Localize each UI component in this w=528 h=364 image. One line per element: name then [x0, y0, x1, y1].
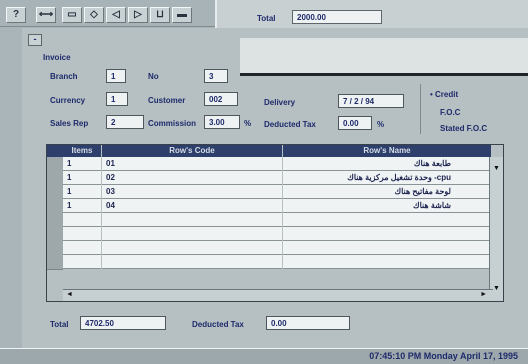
section-divider	[420, 84, 421, 134]
next-button[interactable]: ▷	[128, 7, 148, 23]
currency-label: Currency	[50, 96, 86, 105]
row-header[interactable]	[47, 171, 63, 186]
radio-credit[interactable]: • Credit	[430, 90, 458, 99]
cell-code[interactable]: 02	[102, 171, 282, 185]
cell-items[interactable]: 1	[63, 157, 101, 171]
commission-field[interactable]: 3.00	[204, 115, 240, 129]
radio-stated-foc[interactable]: Stated F.O.C	[440, 124, 487, 133]
commission-unit: %	[244, 119, 252, 128]
items-grid: Items Row's Code Row's Name 1 01 طابعة ه…	[46, 144, 504, 302]
row-header[interactable]	[47, 157, 63, 172]
branch-label: Branch	[50, 72, 78, 81]
scroll-left-arrow-icon[interactable]: ◄	[66, 291, 73, 298]
delete-button[interactable]: ⊔	[150, 7, 170, 23]
overlapping-window-edge	[240, 38, 528, 76]
footer-deducted-tax-field[interactable]: 0.00	[266, 316, 350, 330]
cell-items[interactable]: 1	[63, 171, 101, 185]
delivery-field[interactable]: 7 / 2 / 94	[338, 94, 404, 108]
column-header-code[interactable]: Row's Code	[102, 145, 282, 157]
salesrep-field[interactable]: 2	[106, 115, 144, 129]
cell-code[interactable]: 01	[102, 157, 282, 171]
prev-button[interactable]: ◁	[106, 7, 126, 23]
footer-deducted-tax-label: Deducted Tax	[192, 320, 244, 329]
frame-button[interactable]: ▭	[62, 7, 82, 23]
cell-code[interactable]: 04	[102, 199, 282, 213]
row-header[interactable]	[47, 227, 63, 242]
cell-code[interactable]	[102, 255, 282, 269]
toolbar: ? ⟷ ▭ ◇ ◁ ▷ ⊔ ▬	[0, 0, 215, 27]
row-header[interactable]	[47, 213, 63, 228]
cell-name[interactable]	[283, 213, 491, 227]
diamond-button[interactable]: ◇	[84, 7, 104, 23]
no-label: No	[148, 72, 159, 81]
cell-items[interactable]	[63, 241, 101, 255]
scroll-right-arrow-icon[interactable]: ►	[480, 291, 487, 298]
cell-code[interactable]	[102, 241, 282, 255]
column-header-items[interactable]: Items	[63, 145, 101, 157]
customer-field[interactable]: 002	[204, 92, 238, 106]
horizontal-scrollbar[interactable]: ◄ ►	[63, 289, 493, 301]
radio-stated-foc-label: Stated F.O.C	[440, 124, 488, 133]
row-header[interactable]	[47, 241, 63, 256]
invoice-heading: Invoice	[43, 53, 71, 62]
cell-items[interactable]: 1	[63, 199, 101, 213]
cell-items[interactable]	[63, 255, 101, 269]
minimize-button[interactable]: ▬	[172, 7, 192, 23]
navigate-button[interactable]: ⟷	[36, 7, 56, 23]
cell-name[interactable]: شاشة هناك	[283, 199, 491, 213]
row-header[interactable]	[47, 255, 63, 270]
status-bar: 07:45:10 PM Monday April 17, 1995	[0, 348, 528, 364]
total-field[interactable]: 4702.50	[80, 316, 166, 330]
scroll-down-arrow-icon[interactable]: ▼	[493, 165, 500, 172]
branch-field[interactable]: 1	[106, 69, 126, 83]
system-menu-button[interactable]: -	[28, 34, 42, 46]
grid-corner	[47, 145, 63, 157]
cell-code[interactable]: 03	[102, 185, 282, 199]
cell-code[interactable]	[102, 227, 282, 241]
deducted-tax-unit: %	[377, 120, 385, 129]
no-field[interactable]: 3	[204, 69, 228, 83]
cell-name[interactable]: لوحة مفاتيح هناك	[283, 185, 491, 199]
column-header-name[interactable]: Row's Name	[283, 145, 491, 157]
cell-items[interactable]: 1	[63, 185, 101, 199]
row-header[interactable]	[47, 199, 63, 214]
cell-name[interactable]	[283, 241, 491, 255]
commission-label: Commission	[148, 119, 197, 128]
customer-label: Customer	[148, 96, 186, 105]
scroll-down-end-arrow-icon[interactable]: ▼	[493, 285, 500, 292]
cell-code[interactable]	[102, 213, 282, 227]
help-button[interactable]: ?	[6, 7, 26, 23]
deducted-tax-label: Deducted Tax	[264, 120, 316, 129]
cell-name[interactable]: وحدة تشغيل مركزية هناك -cpu	[283, 171, 491, 185]
deducted-tax-field[interactable]: 0.00	[338, 116, 372, 130]
clock-text: 07:45:10 PM Monday April 17, 1995	[369, 351, 518, 361]
total-dialog-label: Total	[257, 14, 276, 23]
currency-field[interactable]: 1	[106, 92, 128, 106]
cell-items[interactable]	[63, 227, 101, 241]
total-label: Total	[50, 320, 69, 329]
cell-name[interactable]	[283, 255, 491, 269]
delivery-label: Delivery	[264, 98, 296, 107]
cell-name[interactable]: طابعة هناك	[283, 157, 491, 171]
vertical-scrollbar[interactable]: ▼ ▼	[489, 157, 503, 301]
cell-name[interactable]	[283, 227, 491, 241]
row-header[interactable]	[47, 185, 63, 200]
radio-credit-label: Credit	[435, 90, 459, 99]
radio-foc-label: F.O.C	[440, 108, 461, 117]
radio-foc[interactable]: F.O.C	[440, 108, 460, 117]
cell-items[interactable]	[63, 213, 101, 227]
salesrep-label: Sales Rep	[50, 119, 89, 128]
total-dialog-field[interactable]: 2000.00	[292, 10, 382, 24]
